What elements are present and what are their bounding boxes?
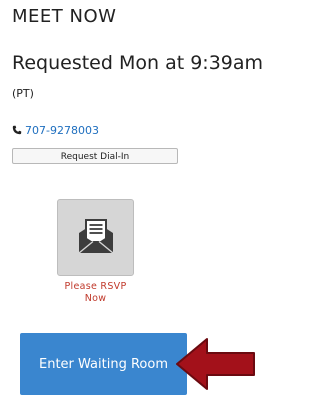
pointer-arrow-icon xyxy=(176,338,255,390)
requested-time: Requested Mon at 9:39am xyxy=(12,52,264,74)
phone-row: 707-9278003 xyxy=(12,123,99,137)
page-title: MEET NOW xyxy=(12,6,117,27)
enter-waiting-room-button[interactable]: Enter Waiting Room xyxy=(20,333,187,395)
rsvp-label-line1: Please RSVP xyxy=(64,281,127,292)
rsvp-label: Please RSVP Now xyxy=(57,281,134,305)
envelope-letter-icon xyxy=(76,217,116,259)
rsvp-label-line2: Now xyxy=(84,293,107,304)
phone-icon xyxy=(12,125,22,135)
rsvp-button[interactable] xyxy=(57,199,134,276)
request-dial-in-button[interactable]: Request Dial-In xyxy=(12,148,178,164)
phone-number-link[interactable]: 707-9278003 xyxy=(25,124,99,137)
timezone-label: (PT) xyxy=(12,87,34,100)
